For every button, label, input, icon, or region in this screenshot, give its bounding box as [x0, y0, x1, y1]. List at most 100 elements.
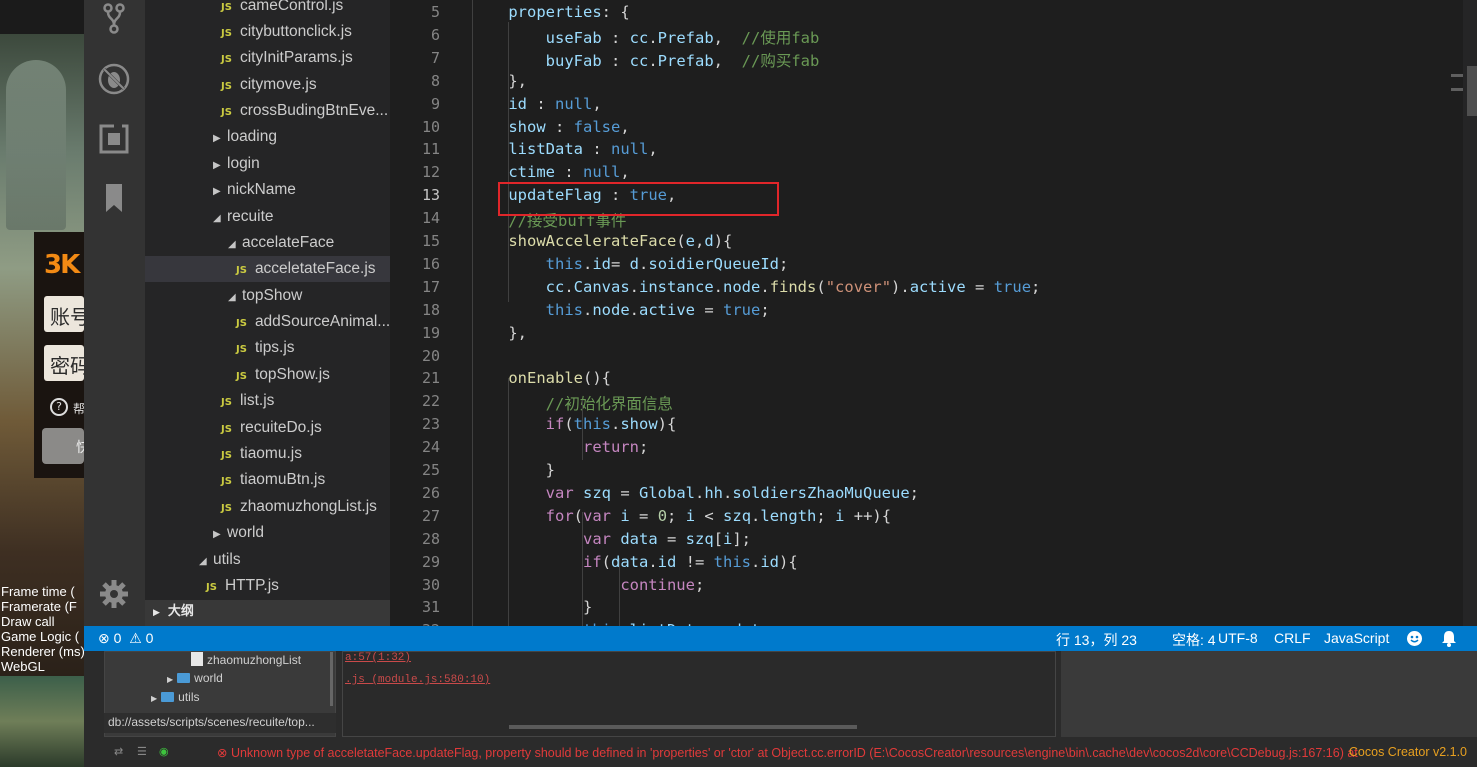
console-link[interactable]: a:57(1:32)	[345, 652, 411, 664]
folder-label: topShow	[242, 287, 303, 304]
file-item[interactable]: JS addSourceAnimal...	[145, 309, 390, 335]
feedback-smiley-icon[interactable]	[1406, 630, 1423, 647]
folder-item[interactable]: ▶ loading	[145, 124, 390, 150]
database-icon[interactable]: ☰	[137, 745, 147, 758]
folder-item[interactable]: ◢ recuite	[145, 204, 390, 230]
file-label: tiaomu.js	[239, 445, 302, 462]
folder-item[interactable]: ◢ topShow	[145, 283, 390, 309]
code-line: show : false,	[508, 117, 630, 136]
bookmark-icon[interactable]	[98, 182, 130, 214]
problems-indicator[interactable]: ⊗ 0 ⚠ 0	[98, 630, 153, 647]
code-area[interactable]: properties: { useFab : cc.Prefab, //使用fa…	[508, 0, 1448, 626]
folder-item[interactable]: ◢ utils	[145, 547, 390, 573]
code-line: var szq = Global.hh.soldiersZhaoMuQueue;	[545, 483, 920, 502]
chevron-right-icon: ▶	[213, 160, 221, 171]
assets-scrollbar[interactable]	[330, 652, 333, 706]
folder-item[interactable]: ▶ world	[145, 520, 390, 546]
console-link[interactable]: .js (module.js:580:10)	[345, 674, 490, 686]
folder-item[interactable]: ▶ login	[145, 151, 390, 177]
file-label: zhaomuzhongList.js	[239, 498, 377, 515]
activity-bar	[84, 0, 145, 626]
file-item[interactable]: JS topShow.js	[145, 362, 390, 388]
outline-section-header[interactable]: ▶ 大纲	[145, 600, 390, 626]
line-number: 19	[421, 323, 440, 342]
bell-icon[interactable]	[1441, 630, 1457, 647]
file-item[interactable]: JS HTTP.js	[145, 573, 390, 599]
line-number: 6	[430, 25, 440, 44]
file-item[interactable]: JS list.js	[145, 388, 390, 414]
file-label: topShow.js	[254, 366, 330, 383]
chevron-right-icon: ▶	[167, 675, 174, 684]
line-number: 25	[421, 461, 440, 479]
file-item[interactable]: JS cityInitParams.js	[145, 45, 390, 71]
code-line: listData : null,	[508, 140, 658, 159]
error-message[interactable]: ⊗ Unknown type of acceletateFace.updateF…	[217, 745, 1358, 760]
indentation[interactable]: 空格: 4	[1172, 630, 1216, 650]
folder-item[interactable]: ▶ nickName	[145, 177, 390, 203]
line-number: 31	[421, 598, 440, 617]
file-item[interactable]: JS recuiteDo.js	[145, 415, 390, 441]
code-line: id : null,	[508, 94, 602, 113]
code-line: this.node.active = true;	[545, 300, 770, 319]
line-number: 17	[421, 277, 440, 296]
file-item[interactable]: JS citybuttonclick.js	[145, 19, 390, 45]
encoding[interactable]: UTF-8	[1218, 630, 1258, 646]
asset-folder[interactable]: ▶ world	[167, 671, 223, 685]
cursor-position[interactable]: 行 13，列 23	[1056, 630, 1137, 650]
sync-icon[interactable]: ⇄	[114, 745, 123, 758]
file-label: acceletateFace.js	[254, 260, 376, 277]
folder-label: nickName	[227, 181, 296, 198]
asset-folder[interactable]: ▶ utils	[151, 690, 200, 704]
line-number: 27	[421, 506, 440, 525]
help-icon[interactable]: ?	[50, 398, 68, 416]
gear-icon[interactable]	[98, 578, 130, 610]
game-topbar	[0, 0, 84, 34]
eye-icon[interactable]: ◉	[159, 745, 169, 758]
code-editor[interactable]: 5 6 7 8 9 10 11 12 13 14 15 16 17 18 19 20 21 22 23 24 25 26 2…	[390, 0, 1477, 626]
indent-guide	[508, 378, 509, 626]
file-label: tiaomuBtn.js	[239, 471, 326, 488]
line-number: 16	[421, 254, 440, 273]
chevron-down-icon: ◢	[213, 213, 221, 224]
stat-line: WebGL	[1, 659, 45, 674]
scrollbar-thumb[interactable]	[1467, 66, 1477, 116]
extensions-icon[interactable]	[98, 123, 130, 155]
asset-item[interactable]: zhaomuzhongList	[191, 652, 301, 667]
line-number: 5	[430, 3, 440, 21]
debug-icon[interactable]	[98, 63, 130, 95]
profiler-stats: Frame time ( Framerate (F Draw call Game…	[1, 584, 84, 674]
line-number: 10	[421, 117, 440, 136]
overview-ruler-mark	[1451, 88, 1463, 91]
password-field[interactable]: 密码	[44, 345, 84, 381]
file-explorer: JS cameControl.js JS citybuttonclick.js JS…	[145, 0, 390, 626]
indent-guide	[582, 512, 583, 626]
folder-label: utils	[213, 551, 241, 568]
chevron-right-icon: ▶	[213, 529, 221, 540]
language-mode[interactable]: JavaScript	[1324, 630, 1389, 646]
login-button[interactable]: 快	[42, 428, 84, 464]
file-item[interactable]: JS cameControl.js	[145, 0, 390, 19]
file-item[interactable]: JS tiaomu.js	[145, 441, 390, 467]
status-bar: ⊗ 0 ⚠ 0 行 13，列 23 空格: 4 UTF-8 CRLF JavaS…	[84, 626, 1477, 651]
line-number-gutter: 5 6 7 8 9 10 11 12 13 14 15 16 17 18 19 20 21 22 23 24 25 26 2…	[390, 0, 472, 626]
folder-item[interactable]: ◢ accelateFace	[145, 230, 390, 256]
file-label: addSourceAnimal...	[254, 313, 390, 330]
file-item-selected[interactable]: JS acceletateFace.js	[145, 256, 390, 282]
code-line: //初始化界面信息	[545, 395, 673, 414]
file-item[interactable]: JS tiaomuBtn.js	[145, 467, 390, 493]
line-number: 14	[421, 209, 440, 228]
code-line: showAccelerateFace(e,d){	[508, 232, 733, 250]
folder-label: world	[227, 524, 265, 541]
code-line: var data = szq[i];	[582, 529, 752, 548]
account-field[interactable]: 账号	[44, 296, 84, 332]
console-horizontal-scrollbar[interactable]	[509, 725, 857, 729]
folder-label: accelateFace	[242, 234, 335, 251]
file-item[interactable]: JS tips.js	[145, 335, 390, 361]
line-ending[interactable]: CRLF	[1274, 630, 1311, 646]
file-item[interactable]: JS citymove.js	[145, 72, 390, 98]
file-item[interactable]: JS crossBudingBtnEve...	[145, 98, 390, 124]
chevron-down-icon: ◢	[228, 292, 236, 303]
error-icon: ⊗	[217, 746, 231, 760]
file-item[interactable]: JS zhaomuzhongList.js	[145, 494, 390, 520]
source-control-icon[interactable]	[98, 2, 130, 34]
